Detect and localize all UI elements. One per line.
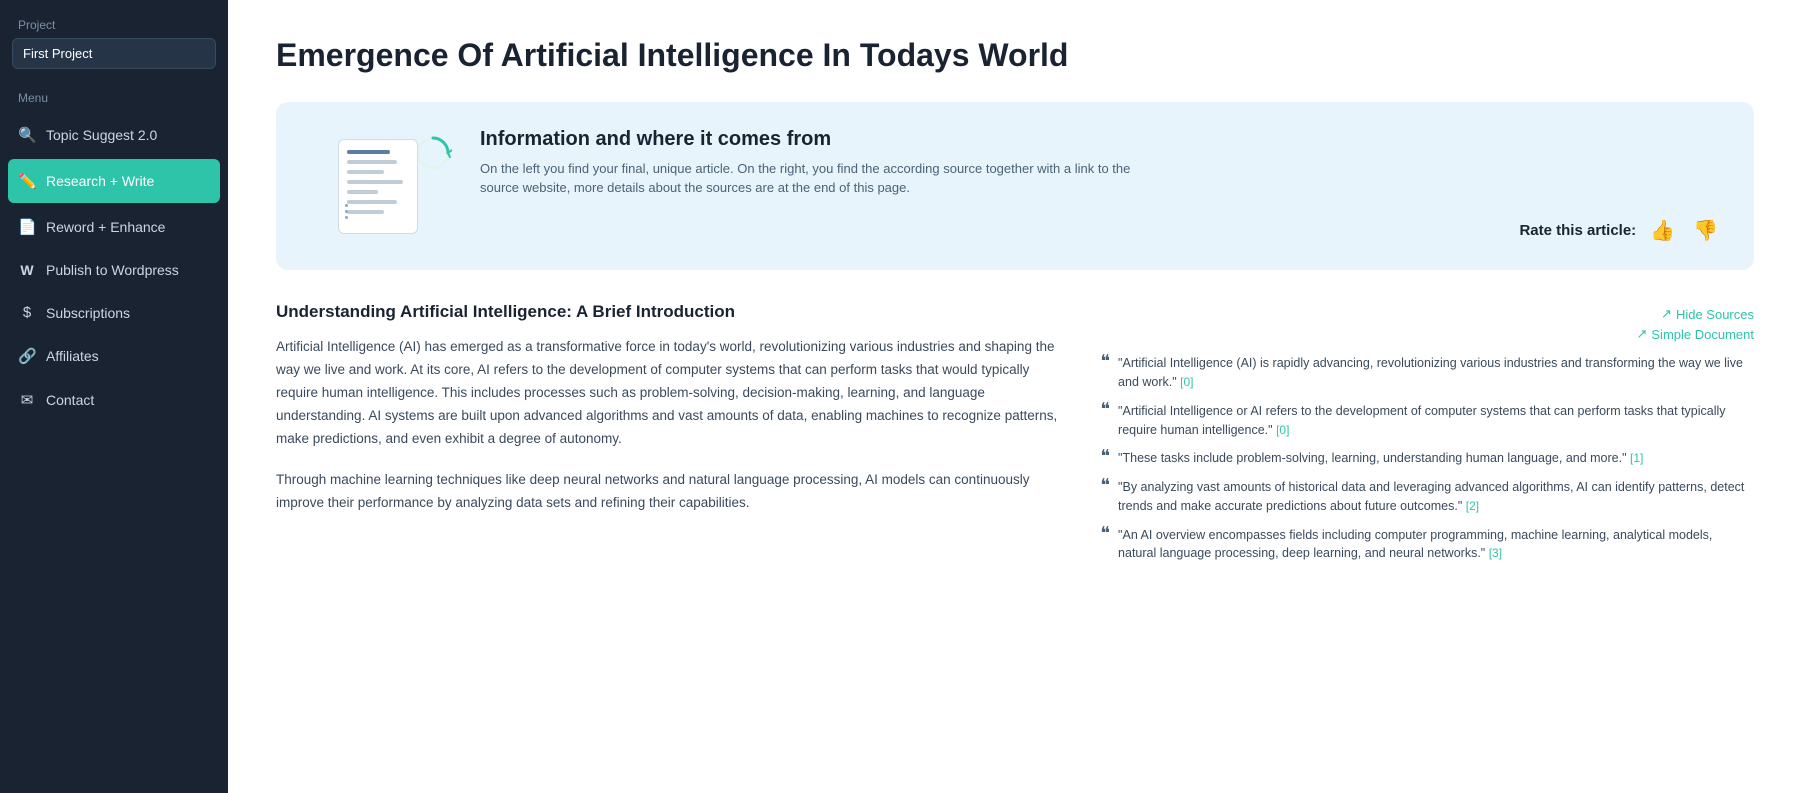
rate-label: Rate this article: [1519,222,1636,239]
doc-line-4 [347,180,403,184]
article-paragraph-1: Artificial Intelligence (AI) has emerged… [276,336,1060,451]
search-icon: 🔍 [18,126,36,144]
source-text: "These tasks include problem-solving, le… [1118,449,1643,468]
doc-dots [345,204,348,219]
quote-mark-icon: ❝ [1100,476,1110,494]
dot-1 [345,204,348,207]
action-links: ↗ Hide Sources ↗ Simple Document [1100,306,1754,342]
source-quote-2: ❝ "These tasks include problem-solving, … [1100,449,1754,468]
dot-3 [345,216,348,219]
section-title: Understanding Artificial Intelligence: A… [276,302,1060,322]
source-text: "Artificial Intelligence (AI) is rapidly… [1118,354,1754,392]
source-quote-1: ❝ "Artificial Intelligence or AI refers … [1100,402,1754,440]
doc-line-1 [347,150,390,154]
doc-line-6 [347,200,397,204]
quote-mark-icon: ❝ [1100,400,1110,418]
sidebar-item-affiliates[interactable]: 🔗 Affiliates [0,334,228,378]
info-banner: Information and where it comes from On t… [276,102,1754,270]
source-text: "By analyzing vast amounts of historical… [1118,478,1754,516]
wordpress-icon: W [18,262,36,278]
document-icon: 📄 [18,218,36,236]
sidebar-item-label: Topic Suggest 2.0 [46,127,157,143]
sidebar-item-label: Reword + Enhance [46,219,165,235]
sidebar-item-label: Subscriptions [46,305,130,321]
content-area: Understanding Artificial Intelligence: A… [276,302,1754,573]
thumbs-up-button[interactable]: 👍 [1646,216,1679,245]
hide-sources-link[interactable]: ↗ Hide Sources [1661,306,1754,322]
doc-icon [338,139,418,234]
sidebar-item-reword-enhance[interactable]: 📄 Reword + Enhance [0,205,228,249]
source-quote-4: ❝ "An AI overview encompasses fields inc… [1100,526,1754,564]
doc-line-7 [347,210,384,214]
external-link-icon: ↗ [1636,326,1647,342]
article-paragraph-2: Through machine learning techniques like… [276,469,1060,515]
article-main: Understanding Artificial Intelligence: A… [276,302,1060,573]
sidebar: Project First Project Menu 🔍 Topic Sugge… [0,0,228,793]
sidebar-item-subscriptions[interactable]: $ Subscriptions [0,291,228,334]
doc-line-2 [347,160,397,164]
source-text: "An AI overview encompasses fields inclu… [1118,526,1754,564]
source-ref-link[interactable]: [2] [1466,499,1479,513]
source-text: "Artificial Intelligence or AI refers to… [1118,402,1754,440]
simple-document-link[interactable]: ↗ Simple Document [1636,326,1754,342]
quote-mark-icon: ❝ [1100,352,1110,370]
quote-mark-icon: ❝ [1100,447,1110,465]
sidebar-item-topic-suggest[interactable]: 🔍 Topic Suggest 2.0 [0,113,228,157]
source-ref-link[interactable]: [0] [1180,375,1193,389]
doc-line-3 [347,170,384,174]
edit-icon: ✏️ [18,172,36,190]
banner-description: On the left you find your final, unique … [480,159,1160,198]
sidebar-item-label: Publish to Wordpress [46,262,179,278]
sidebar-item-label: Affiliates [46,348,99,364]
sidebar-item-publish-wordpress[interactable]: W Publish to Wordpress [0,249,228,291]
menu-label: Menu [0,85,228,113]
sidebar-item-contact[interactable]: ✉ Contact [0,378,228,422]
banner-title: Information and where it comes from [480,128,1722,151]
page-title: Emergence Of Artificial Intelligence In … [276,36,1754,74]
rate-section: Rate this article: 👍 👎 [480,216,1722,245]
quote-mark-icon: ❝ [1100,524,1110,542]
source-quotes-list: ❝ "Artificial Intelligence (AI) is rapid… [1100,354,1754,563]
thumbs-down-button[interactable]: 👎 [1689,216,1722,245]
project-select[interactable]: First Project [12,38,216,69]
link-icon: 🔗 [18,347,36,365]
sidebar-item-label: Research + Write [46,173,154,189]
main-content: Emergence Of Artificial Intelligence In … [228,0,1802,793]
dollar-icon: $ [18,304,36,321]
spinner-icon [414,134,452,172]
banner-illustration [308,126,448,246]
doc-line-5 [347,190,378,194]
source-quote-0: ❝ "Artificial Intelligence (AI) is rapid… [1100,354,1754,392]
arrow-icon: ↗ [1661,306,1672,322]
sidebar-item-label: Contact [46,392,94,408]
mail-icon: ✉ [18,391,36,409]
sidebar-item-research-write[interactable]: ✏️ Research + Write [8,159,220,203]
source-ref-link[interactable]: [3] [1489,546,1502,560]
project-label: Project [0,0,228,38]
article-sources: ↗ Hide Sources ↗ Simple Document ❝ "Arti… [1100,302,1754,573]
source-ref-link[interactable]: [1] [1630,451,1643,465]
source-quote-3: ❝ "By analyzing vast amounts of historic… [1100,478,1754,516]
source-ref-link[interactable]: [0] [1276,423,1289,437]
banner-text: Information and where it comes from On t… [480,128,1722,245]
dot-2 [345,210,348,213]
